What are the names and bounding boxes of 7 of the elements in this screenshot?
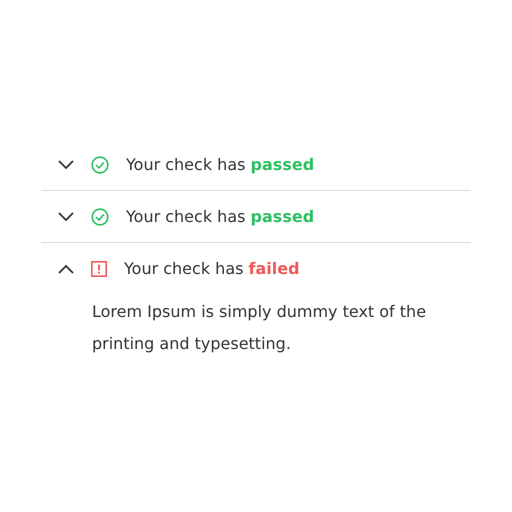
expand-icon[interactable] — [58, 160, 74, 170]
check-description: Lorem Ipsum is simply dummy text of the printing and typesetting. — [92, 301, 428, 355]
check-status-text: Your check has passed — [126, 207, 314, 226]
check-status-text: Your check has failed — [124, 259, 300, 278]
collapse-icon[interactable] — [58, 264, 74, 274]
check-status-text: Your check has passed — [126, 155, 314, 174]
expand-icon[interactable] — [58, 212, 74, 222]
